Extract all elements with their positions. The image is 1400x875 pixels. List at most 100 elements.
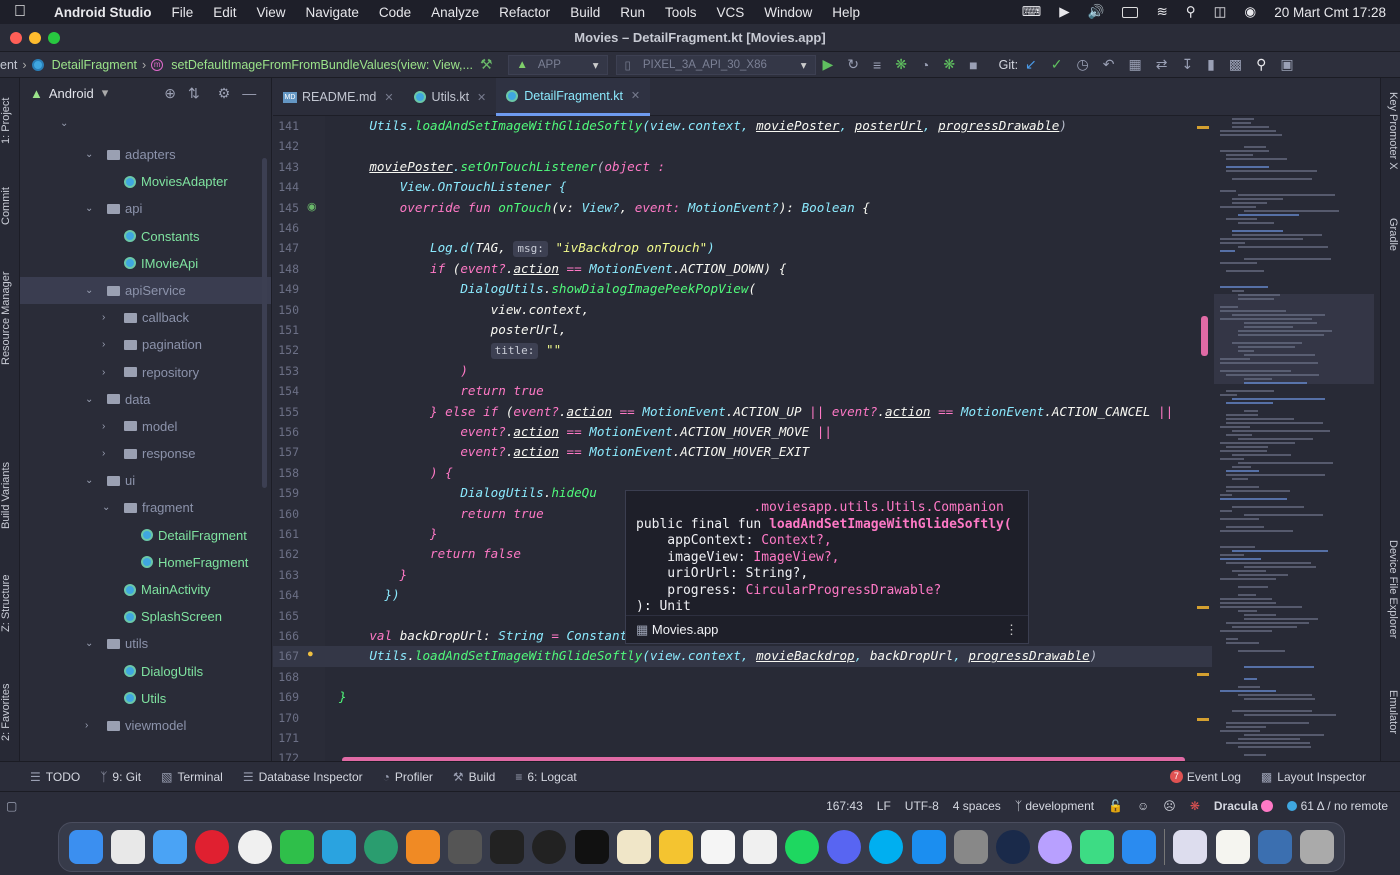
hammer-icon[interactable]: ⚒ xyxy=(480,56,493,73)
tool-tab-key-promoter[interactable]: Key Promoter X xyxy=(1383,92,1399,202)
code-line[interactable]: return true xyxy=(339,381,543,401)
dock-terminal-app-icon[interactable] xyxy=(490,830,525,864)
tree-item-utils[interactable]: ⌄ utils xyxy=(20,630,271,657)
code-line[interactable]: moviePoster.setOnTouchListener(object : xyxy=(339,157,665,177)
battery-icon[interactable] xyxy=(1122,6,1139,18)
code-line[interactable]: Utils.loadAndSetImageWithGlideSoftly(vie… xyxy=(339,116,1067,136)
menu-analyze[interactable]: Analyze xyxy=(431,5,479,20)
search-icon[interactable]: ⚲ xyxy=(1186,4,1196,20)
popup-module[interactable]: Movies.app xyxy=(652,622,718,637)
tree-item-splashscreen[interactable]: SplashScreen xyxy=(20,603,271,630)
code-editor[interactable]: Utils.loadAndSetImageWithGlideSoftly(vie… xyxy=(325,116,1212,761)
smile-icon[interactable]: ☺ xyxy=(1137,799,1149,813)
tool-database-inspector[interactable]: ☰ Database Inspector xyxy=(243,770,363,784)
close-icon[interactable]: ✕ xyxy=(631,89,640,102)
dock-terminal-icon[interactable] xyxy=(574,830,609,864)
project-structure-icon[interactable]: ▦ xyxy=(1128,56,1141,73)
dock-sublime-icon[interactable] xyxy=(406,830,440,864)
chevron-right-icon[interactable]: › xyxy=(85,712,97,739)
tree-item-adapters[interactable]: ⌄ adapters xyxy=(20,141,271,168)
layout-inspector-icon[interactable]: ▩ xyxy=(1229,56,1242,73)
toggle-tool-windows-icon[interactable]: ▢ xyxy=(6,799,17,813)
locate-icon[interactable]: ⊕ xyxy=(164,85,176,102)
tool-tab-resource-manager[interactable]: Resource Manager xyxy=(0,258,20,378)
chevron-down-icon[interactable]: ⌄ xyxy=(85,467,97,494)
tool-build[interactable]: ⚒ Build xyxy=(453,770,495,784)
dock-android-studio-icon[interactable] xyxy=(1080,830,1114,864)
datetime[interactable]: 20 Mart Cmt 17:28 xyxy=(1274,5,1386,20)
dock-skype-icon[interactable] xyxy=(869,830,904,864)
code-line[interactable]: posterUrl, xyxy=(339,320,567,340)
dock-spotify-icon[interactable] xyxy=(785,830,820,864)
code-line[interactable]: title: "" xyxy=(339,340,561,360)
chevron-down-icon[interactable]: ⌄ xyxy=(102,494,114,521)
menu-run[interactable]: Run xyxy=(620,5,645,20)
file-encoding[interactable]: UTF-8 xyxy=(905,799,939,813)
run-config-select[interactable]: ▲ APP ▾ xyxy=(507,54,608,75)
tool-tab-gradle[interactable]: Gradle xyxy=(1383,218,1399,278)
chevron-right-icon[interactable]: › xyxy=(102,359,114,386)
tree-item-callback[interactable]: › callback xyxy=(20,304,271,331)
git-commit-icon[interactable]: ✓ xyxy=(1051,56,1063,73)
project-view-select[interactable]: Android xyxy=(49,86,94,101)
play-icon[interactable]: ▶ xyxy=(1059,4,1069,20)
frown-icon[interactable]: ☹ xyxy=(1163,799,1176,813)
chevron-right-icon[interactable]: › xyxy=(102,331,114,358)
dock-pinwheel-icon[interactable] xyxy=(743,830,777,864)
code-line[interactable]: return true xyxy=(339,504,543,524)
dock-safari-icon[interactable] xyxy=(153,830,188,864)
chevron-down-icon[interactable]: ⌄ xyxy=(60,118,68,129)
code-line[interactable]: event?.action == MotionEvent.ACTION_HOVE… xyxy=(339,442,809,462)
tree-item-dialogutils[interactable]: DialogUtils xyxy=(20,658,271,685)
tab-detail-fragment[interactable]: DetailFragment.kt ✕ xyxy=(496,78,651,116)
gear-icon[interactable]: ⚙ xyxy=(218,85,231,102)
bulb-icon[interactable]: ● xyxy=(307,648,314,660)
dock-opera-icon[interactable] xyxy=(195,830,230,864)
chevron-down-icon[interactable]: ⌄ xyxy=(85,141,97,168)
siri-icon[interactable]: ◉ xyxy=(1244,4,1256,20)
rollback-icon[interactable]: ↶ xyxy=(1103,56,1115,73)
apple-icon[interactable]:  xyxy=(14,3,36,21)
dock-steam-icon[interactable] xyxy=(995,830,1030,864)
chevron-down-icon[interactable]: ▾ xyxy=(102,85,109,101)
dock-atom-icon[interactable] xyxy=(363,830,398,864)
code-with-me-icon[interactable]: ▣ xyxy=(1280,56,1293,73)
git-update-icon[interactable]: ↙ xyxy=(1025,56,1037,73)
tab-readme[interactable]: MD README.md ✕ xyxy=(273,78,404,116)
code-line[interactable]: Utils.loadAndSetImageWithGlideSoftly(vie… xyxy=(339,646,1097,666)
warning-stripe[interactable] xyxy=(1197,673,1209,676)
menu-vcs[interactable]: VCS xyxy=(717,5,745,20)
menu-view[interactable]: View xyxy=(257,5,286,20)
tool-profiler[interactable]: ◔ Profiler xyxy=(383,770,433,784)
sync-gradle-icon[interactable]: ⇄ xyxy=(1156,56,1168,73)
tab-utils[interactable]: Utils.kt ✕ xyxy=(404,78,497,116)
menu-tools[interactable]: Tools xyxy=(665,5,697,20)
git-status[interactable]: 61 Δ / no remote xyxy=(1287,799,1388,813)
app-menu[interactable]: Android Studio xyxy=(54,5,151,20)
code-line[interactable]: val backDropUrl: String = Constant xyxy=(339,626,627,646)
menu-refactor[interactable]: Refactor xyxy=(499,5,550,20)
dock-photos-icon[interactable] xyxy=(700,830,735,864)
code-line[interactable]: ) xyxy=(339,361,468,381)
zoom-window-button[interactable] xyxy=(48,32,60,44)
profile-icon[interactable]: ◔ xyxy=(921,57,929,73)
sdk-manager-icon[interactable]: ↧ xyxy=(1181,56,1193,73)
tree-item-fragment[interactable]: ⌄ fragment xyxy=(20,494,271,521)
tool-todo[interactable]: ☰ TODO xyxy=(30,770,80,784)
dock-finder-icon[interactable] xyxy=(69,830,103,864)
warning-stripe[interactable] xyxy=(1197,718,1209,721)
dock-github-icon[interactable] xyxy=(532,830,567,864)
menu-file[interactable]: File xyxy=(171,5,193,20)
code-line[interactable]: override fun onTouch(v: View?, event: Mo… xyxy=(339,198,870,218)
wifi-icon[interactable]: ≋ xyxy=(1156,4,1167,20)
dock-telegram-icon[interactable] xyxy=(321,830,356,864)
dock-xcode-icon[interactable] xyxy=(1122,830,1157,864)
hide-icon[interactable]: — xyxy=(242,85,256,101)
menu-edit[interactable]: Edit xyxy=(213,5,236,20)
chevron-down-icon[interactable]: ⌄ xyxy=(85,386,97,413)
tool-layout-inspector[interactable]: ▩ Layout Inspector xyxy=(1261,770,1366,784)
run-icon[interactable]: ▶ xyxy=(823,56,834,73)
tree-item-ui[interactable]: ⌄ ui xyxy=(20,467,271,494)
tree-item-detailfragment[interactable]: DetailFragment xyxy=(20,522,271,549)
tree-item-response[interactable]: › response xyxy=(20,440,271,467)
